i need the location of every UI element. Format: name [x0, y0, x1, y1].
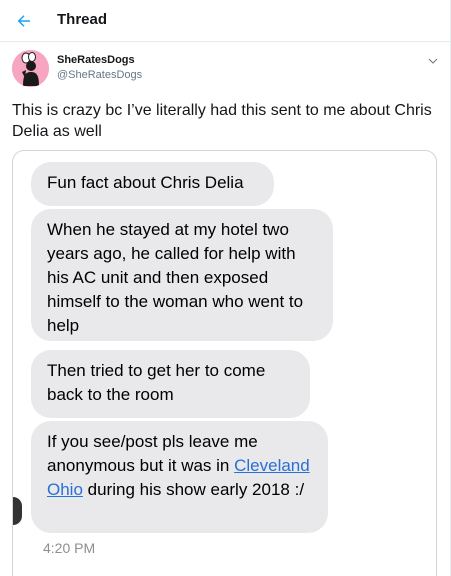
thread-header: Thread: [0, 0, 450, 42]
thread-page: Thread SheRatesDogs @SheRatesDogs This i…: [0, 0, 451, 576]
chevron-down-icon: [428, 58, 438, 64]
avatar[interactable]: [12, 50, 49, 87]
message-text: Fun fact about Chris Delia: [47, 173, 244, 192]
tweet-author: SheRatesDogs @SheRatesDogs: [0, 42, 450, 98]
page-title: Thread: [57, 11, 108, 28]
message-text-after: during his show early 2018 :/: [82, 480, 305, 499]
message-text: Then tried to get her to come back to th…: [47, 361, 266, 404]
display-name[interactable]: SheRatesDogs: [57, 54, 135, 66]
message-bubble: When he stayed at my hotel two years ago…: [31, 209, 333, 341]
message-bubble: Then tried to get her to come back to th…: [31, 350, 310, 418]
arrow-left-icon: [17, 15, 30, 27]
message-bubble: If you see/post pls leave me anonymous b…: [31, 421, 328, 533]
message-timestamp: 4:20 PM: [43, 540, 96, 556]
contact-avatar-partial: [13, 497, 22, 525]
user-handle[interactable]: @SheRatesDogs: [57, 69, 142, 81]
tweet-media-screenshot[interactable]: Fun fact about Chris Delia When he staye…: [12, 150, 437, 576]
avatar-image: [12, 50, 49, 87]
tweet-text: This is crazy bc I’ve literally had this…: [12, 102, 432, 140]
tweet-menu-button[interactable]: [424, 52, 442, 70]
message-text-before: If you see/post pls leave me anonymous b…: [47, 432, 258, 475]
message-text: When he stayed at my hotel two years ago…: [47, 220, 304, 335]
back-button[interactable]: [10, 7, 38, 35]
message-bubble: Fun fact about Chris Delia: [31, 162, 274, 206]
